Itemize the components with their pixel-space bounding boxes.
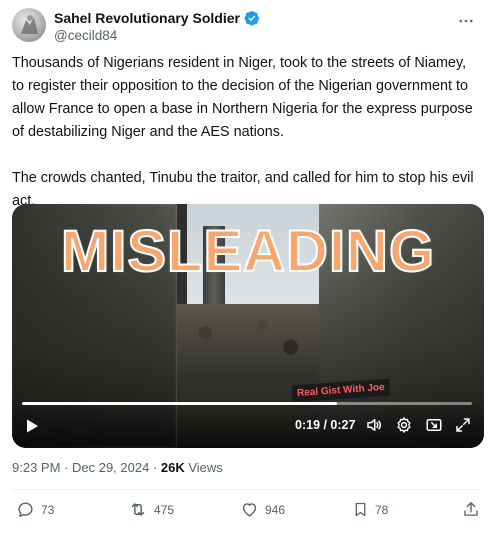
- misleading-overlay-label: MISLEADING: [60, 218, 436, 285]
- repost-icon: [128, 500, 148, 519]
- tweet-time[interactable]: 9:23 PM: [12, 460, 60, 475]
- share-icon: [462, 500, 480, 519]
- pip-icon[interactable]: [425, 416, 443, 434]
- tweet-actions: 73 475 946 78: [12, 500, 482, 522]
- video-player[interactable]: Real Gist With Joe MISLEADING 0:19 / 0:2…: [12, 204, 484, 448]
- like-count: 946: [265, 502, 286, 517]
- reply-count: 73: [41, 502, 55, 517]
- tweet-text: Thousands of Nigerians resident in Niger…: [12, 55, 474, 209]
- author-display-name[interactable]: Sahel Revolutionary Soldier: [54, 10, 240, 26]
- tweet-header: Sahel Revolutionary Soldier @cecild84: [12, 8, 479, 48]
- avatar[interactable]: [12, 8, 46, 42]
- settings-icon[interactable]: [395, 416, 413, 434]
- like-icon: [240, 500, 259, 519]
- meta-separator-2: ·: [149, 460, 161, 475]
- video-controls: 0:19 / 0:27: [12, 400, 484, 448]
- author-handle[interactable]: @cecild84: [54, 28, 117, 43]
- repost-button[interactable]: 475: [128, 500, 174, 519]
- meta-separator: ·: [60, 460, 72, 475]
- share-button[interactable]: [462, 500, 480, 519]
- play-icon[interactable]: [24, 418, 40, 434]
- reply-button[interactable]: 73: [16, 500, 54, 519]
- more-icon[interactable]: [453, 8, 479, 34]
- verified-badge-icon: [244, 10, 260, 26]
- tweet-date[interactable]: Dec 29, 2024: [72, 460, 149, 475]
- reply-icon: [16, 500, 35, 519]
- fullscreen-icon[interactable]: [454, 416, 472, 434]
- bookmark-button[interactable]: 78: [352, 500, 388, 519]
- views-count: 26K: [160, 460, 185, 475]
- video-progress-fill: [22, 402, 337, 405]
- like-button[interactable]: 946: [240, 500, 285, 519]
- repost-count: 475: [154, 502, 175, 517]
- author-name-row: Sahel Revolutionary Soldier: [54, 10, 260, 26]
- bookmark-count: 78: [375, 502, 389, 517]
- video-time: 0:19 / 0:27: [295, 418, 356, 432]
- bookmark-icon: [352, 500, 369, 519]
- video-progress-bar[interactable]: [22, 402, 472, 405]
- tweet-meta: 9:23 PM · Dec 29, 2024 · 26K Views: [12, 460, 223, 475]
- divider: [12, 489, 479, 490]
- views-label: Views: [184, 460, 223, 475]
- volume-icon[interactable]: [365, 416, 383, 434]
